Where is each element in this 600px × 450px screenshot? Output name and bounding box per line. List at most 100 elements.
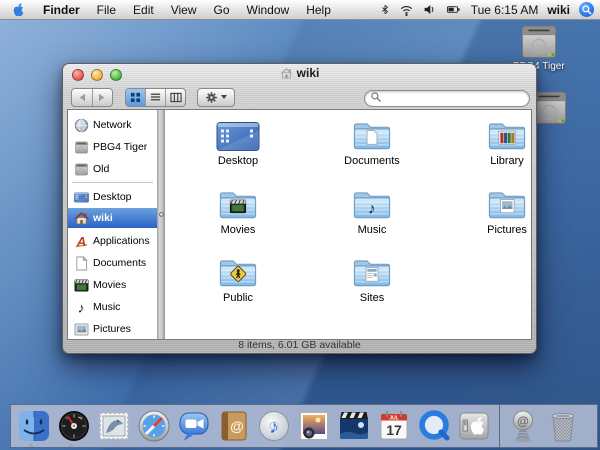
folder-music[interactable]: ♪ Music bbox=[312, 188, 432, 236]
folder-documents[interactable]: Documents bbox=[312, 119, 432, 167]
forward-button[interactable] bbox=[91, 88, 113, 106]
spotlight-icon[interactable] bbox=[579, 2, 594, 17]
safari-icon bbox=[138, 410, 170, 442]
dock-item-system-preferences[interactable] bbox=[455, 407, 493, 445]
folder-movies-icon bbox=[219, 192, 257, 219]
apple-icon bbox=[13, 3, 24, 17]
sidebar-item-old[interactable]: Old bbox=[68, 159, 157, 179]
battery-icon[interactable] bbox=[445, 3, 462, 16]
dock-item-safari[interactable] bbox=[135, 407, 173, 445]
list-view-icon bbox=[150, 93, 161, 100]
sidebar-item-applications[interactable]: A Applications bbox=[68, 231, 157, 251]
home-icon bbox=[280, 68, 293, 79]
svg-text:17: 17 bbox=[386, 422, 402, 438]
view-mode-segmented-control bbox=[125, 87, 186, 107]
folder-public-icon bbox=[219, 260, 257, 287]
menu-go[interactable]: Go bbox=[214, 3, 230, 17]
folder-sites-icon bbox=[353, 260, 391, 287]
sidebar-item-label: Pictures bbox=[93, 323, 131, 335]
svg-text:@: @ bbox=[230, 418, 244, 434]
title-bar[interactable]: wiki bbox=[63, 64, 536, 85]
dock-divider bbox=[499, 405, 500, 447]
sidebar-item-movies[interactable]: Movies bbox=[68, 275, 157, 295]
sidebar-item-documents[interactable]: Documents bbox=[68, 253, 157, 273]
folder-music-icon: ♪ bbox=[353, 192, 391, 219]
apple-menu[interactable] bbox=[12, 2, 25, 17]
dock-item-trash[interactable] bbox=[544, 407, 582, 445]
dock-item-iphoto[interactable] bbox=[295, 407, 333, 445]
action-button[interactable] bbox=[197, 87, 235, 107]
iphoto-icon bbox=[300, 412, 328, 440]
icon-label: Music bbox=[357, 224, 387, 236]
sidebar-item-desktop[interactable]: Desktop bbox=[68, 187, 157, 207]
sidebar-item-pictures[interactable]: Pictures bbox=[68, 319, 157, 339]
dock-item-ichat[interactable] bbox=[175, 407, 213, 445]
sidebar-item-label: Documents bbox=[93, 257, 147, 269]
folder-desktop[interactable]: Desktop bbox=[178, 121, 298, 167]
back-button[interactable] bbox=[72, 89, 92, 106]
svg-text:♪: ♪ bbox=[77, 300, 84, 315]
list-view-button[interactable] bbox=[145, 88, 165, 106]
sidebar-item-pbg4-tiger[interactable]: PBG4 Tiger bbox=[68, 137, 157, 157]
hard-drive-icon bbox=[521, 25, 557, 59]
hard-drive-icon bbox=[73, 139, 89, 155]
sidebar-item-network[interactable]: Network bbox=[68, 115, 157, 135]
forward-arrow-icon bbox=[99, 93, 105, 101]
dock-item-finder[interactable] bbox=[15, 407, 53, 445]
sidebar-item-music[interactable]: ♪ Music bbox=[68, 297, 157, 317]
menu-file[interactable]: File bbox=[97, 3, 116, 17]
window-content: Network PBG4 Tiger Old Desktop wiki A Ap… bbox=[67, 109, 532, 340]
menu-window[interactable]: Window bbox=[247, 3, 290, 17]
desktop: PBG4 Tiger Finder File Edit View Go Wind… bbox=[0, 0, 600, 450]
movies-icon bbox=[73, 277, 89, 293]
sidebar: Network PBG4 Tiger Old Desktop wiki A Ap… bbox=[68, 110, 157, 339]
sidebar-item-label: Applications bbox=[93, 235, 150, 247]
column-view-button[interactable] bbox=[165, 88, 185, 106]
at-spring-icon: @ bbox=[513, 410, 533, 443]
search-input[interactable] bbox=[364, 89, 530, 107]
dock-item-ical[interactable]: JUL 17 bbox=[375, 407, 413, 445]
svg-text:♪: ♪ bbox=[269, 417, 279, 438]
sidebar-item-label: Old bbox=[93, 163, 110, 175]
menu-finder[interactable]: Finder bbox=[43, 3, 80, 17]
imovie-icon bbox=[340, 412, 368, 439]
ical-icon: JUL 17 bbox=[380, 411, 408, 440]
folder-movies[interactable]: Movies bbox=[178, 188, 298, 236]
music-icon: ♪ bbox=[73, 299, 89, 315]
menu-bar-clock[interactable]: Tue 6:15 AM bbox=[471, 3, 539, 17]
address-book-icon: @ bbox=[221, 411, 247, 441]
airport-icon[interactable] bbox=[399, 3, 414, 17]
sidebar-item-wiki[interactable]: wiki bbox=[68, 208, 157, 228]
pictures-icon bbox=[73, 321, 89, 337]
folder-public[interactable]: Public bbox=[178, 256, 298, 304]
finder-icon bbox=[19, 411, 49, 441]
dock: @ ♪ JUL 17 @ bbox=[10, 404, 598, 448]
icon-view-button[interactable] bbox=[126, 88, 145, 106]
dock-item-mail[interactable] bbox=[95, 407, 133, 445]
sidebar-splitter[interactable] bbox=[157, 110, 165, 339]
folder-sites[interactable]: Sites bbox=[312, 256, 432, 304]
home-icon bbox=[73, 210, 89, 226]
dock-item-mac-dot-com[interactable]: @ bbox=[504, 407, 542, 445]
dock-item-quicktime[interactable] bbox=[415, 407, 453, 445]
menu-view[interactable]: View bbox=[171, 3, 197, 17]
menu-help[interactable]: Help bbox=[306, 3, 331, 17]
dock-item-itunes[interactable]: ♪ bbox=[255, 407, 293, 445]
dock-item-dashboard[interactable] bbox=[55, 407, 93, 445]
trash-icon bbox=[551, 412, 575, 442]
dock-item-imovie[interactable] bbox=[335, 407, 373, 445]
dock-item-address-book[interactable]: @ bbox=[215, 407, 253, 445]
folder-pictures[interactable]: Pictures bbox=[447, 188, 531, 236]
back-arrow-icon bbox=[79, 93, 85, 101]
status-bar: 8 items, 6.01 GB available bbox=[63, 337, 536, 353]
volume-icon[interactable] bbox=[423, 3, 436, 16]
svg-text:JUL: JUL bbox=[389, 416, 398, 422]
menu-edit[interactable]: Edit bbox=[133, 3, 154, 17]
bluetooth-icon[interactable] bbox=[380, 2, 390, 17]
folder-library[interactable]: Library bbox=[447, 119, 531, 167]
mail-icon bbox=[99, 412, 129, 440]
fast-user-switching-menu[interactable]: wiki bbox=[547, 3, 570, 17]
icon-view-icon bbox=[130, 92, 141, 102]
search-icon bbox=[371, 92, 381, 102]
sidebar-divider bbox=[72, 182, 153, 183]
